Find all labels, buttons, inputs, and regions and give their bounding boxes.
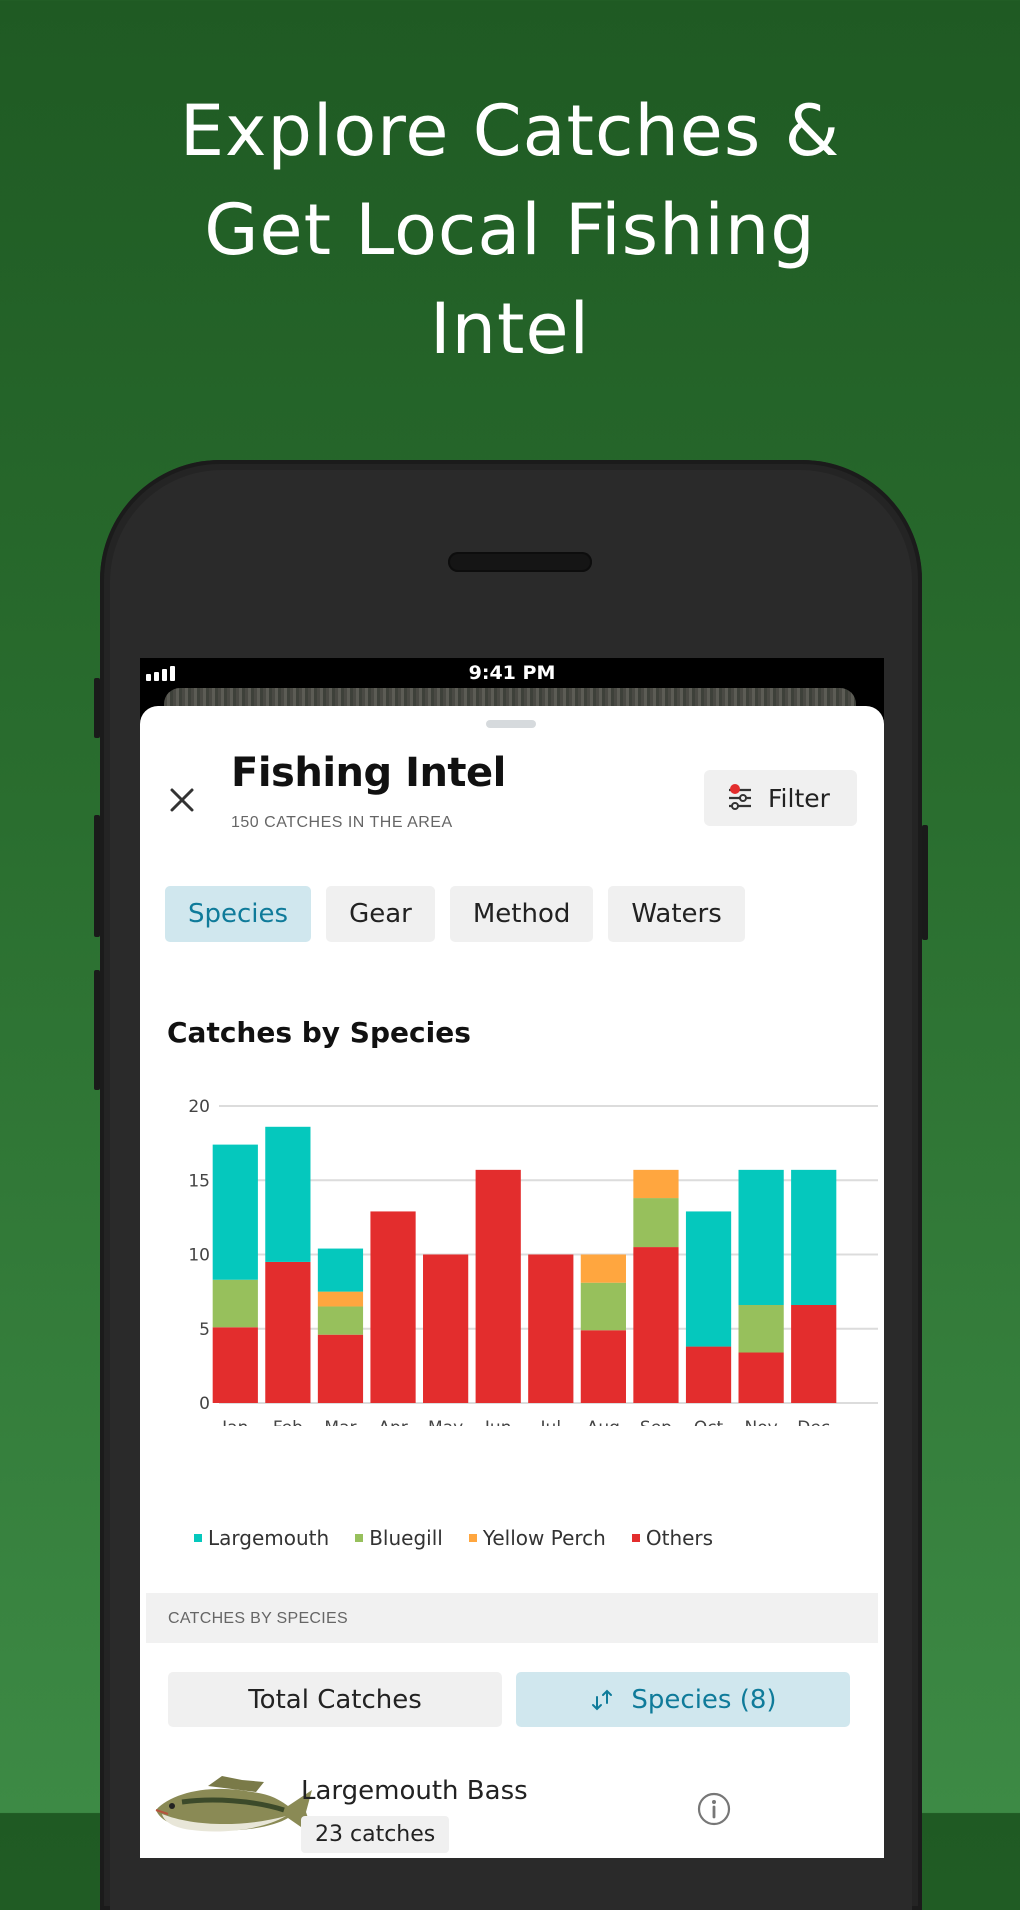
species-list-item[interactable]: Largemouth Bass 23 catches (140, 1766, 884, 1858)
phone-screen: 9:41 PM Fishing Intel 150 CATCHES IN THE… (140, 658, 884, 1858)
sheet-drag-handle[interactable] (486, 720, 536, 728)
legend-item-others[interactable]: Others (631, 1526, 714, 1550)
bar-segment-others (685, 1346, 732, 1403)
catch-count-badge: 23 catches (301, 1816, 450, 1853)
chart-title: Catches by Species (167, 1016, 471, 1049)
bar-segment-others (317, 1334, 364, 1403)
chart-legend: Largemouth Bluegill Yellow Perch Others (194, 1526, 713, 1550)
catch-count-subtitle: 150 CATCHES IN THE AREA (231, 814, 453, 831)
species-count-label: Species (8) (631, 1684, 777, 1715)
bar-segment-others (212, 1327, 258, 1403)
page-title: Fishing Intel (231, 750, 506, 796)
x-tick-label: Dec (797, 1418, 830, 1426)
bar-segment-bluegill (317, 1306, 364, 1335)
y-tick-label: 15 (188, 1171, 210, 1191)
filter-label: Filter (768, 783, 830, 813)
bar-segment-bluegill (633, 1198, 679, 1248)
fishing-intel-sheet: Fishing Intel 150 CATCHES IN THE AREA Fi… (140, 706, 884, 1858)
bar-segment-others (580, 1330, 626, 1403)
y-tick-label: 20 (188, 1097, 210, 1117)
close-button[interactable] (164, 782, 200, 818)
sort-arrows-icon (592, 1689, 613, 1710)
x-tick-label: Sep (640, 1418, 672, 1426)
legend-label: Others (645, 1526, 714, 1550)
section-header: CATCHES BY SPECIES (146, 1593, 878, 1643)
section-header-label: CATCHES BY SPECIES (168, 1610, 348, 1627)
tab-waters[interactable]: Waters (608, 886, 745, 942)
y-tick-label: 5 (199, 1320, 210, 1340)
species-sort-toggle[interactable]: Species (8) (516, 1672, 850, 1727)
bar-segment-others (633, 1247, 679, 1403)
bar-segment-bluegill (738, 1304, 784, 1353)
phone-volume-up (94, 815, 100, 937)
x-tick-label: May (428, 1418, 463, 1426)
x-tick-label: Apr (378, 1418, 407, 1426)
bar-segment-yellow-perch (317, 1291, 364, 1307)
phone-power-button (922, 825, 928, 940)
x-tick-label: Aug (587, 1418, 620, 1426)
bar-segment-largemouth (685, 1211, 732, 1347)
legend-label: Largemouth (208, 1526, 330, 1550)
legend-label: Bluegill (369, 1526, 443, 1550)
bar-segment-others (370, 1211, 416, 1403)
promo-headline: Explore Catches & Get Local Fishing Inte… (0, 82, 1020, 379)
headline-line: Get Local Fishing (204, 189, 816, 271)
x-tick-label: Mar (324, 1418, 356, 1426)
intel-tabs: Species Gear Method Waters (165, 886, 745, 942)
y-tick-label: 10 (188, 1246, 210, 1266)
bar-segment-others (423, 1254, 469, 1403)
total-catches-toggle[interactable]: Total Catches (168, 1672, 502, 1727)
bar-segment-others (475, 1169, 521, 1403)
legend-item-bluegill[interactable]: Bluegill (355, 1526, 443, 1550)
headline-line: Explore Catches & (179, 90, 841, 172)
bar-segment-largemouth (791, 1169, 837, 1305)
filter-button[interactable]: Filter (704, 770, 857, 826)
total-catches-label: Total Catches (248, 1684, 422, 1715)
sliders-icon (729, 784, 751, 810)
bar-segment-others (528, 1254, 574, 1403)
legend-label: Yellow Perch (482, 1526, 606, 1550)
legend-swatch (468, 1534, 477, 1542)
x-tick-label: Jul (540, 1418, 562, 1426)
x-tick-label: Jun (484, 1418, 512, 1426)
status-time: 9:41 PM (468, 662, 556, 684)
catches-by-species-chart: 0 5 10 15 20 Jan Feb Mar Apr May Jun Jul Aug Sep Oct No… (188, 1097, 878, 1426)
legend-swatch (631, 1534, 640, 1542)
x-tick-label: Feb (273, 1418, 303, 1426)
legend-swatch (355, 1534, 364, 1542)
phone-volume-down (94, 970, 100, 1090)
legend-item-largemouth[interactable]: Largemouth (194, 1526, 329, 1550)
tab-gear[interactable]: Gear (326, 886, 435, 942)
close-icon (170, 788, 194, 812)
info-icon[interactable] (697, 1792, 731, 1826)
x-tick-label: Oct (694, 1418, 724, 1426)
y-tick-label: 0 (199, 1394, 210, 1414)
filter-active-dot (730, 784, 740, 794)
bar-segment-bluegill (580, 1282, 626, 1331)
phone-speaker (448, 552, 592, 572)
bar-segment-yellow-perch (580, 1254, 626, 1283)
tab-method[interactable]: Method (449, 886, 594, 942)
bar-segment-others (791, 1304, 837, 1403)
legend-item-yellow-perch[interactable]: Yellow Perch (468, 1526, 606, 1550)
tab-species[interactable]: Species (165, 886, 312, 942)
bar-segment-bluegill (212, 1279, 258, 1328)
x-tick-label: Jan (221, 1418, 248, 1426)
species-name: Largemouth Bass (301, 1776, 528, 1806)
bar-segment-others (265, 1261, 311, 1403)
bar-segment-largemouth (265, 1126, 311, 1262)
legend-swatch (194, 1534, 202, 1542)
bar-segment-others (738, 1352, 784, 1403)
bar-segment-largemouth (317, 1248, 364, 1292)
bar-segment-largemouth (212, 1144, 258, 1280)
x-tick-label: Nov (745, 1418, 778, 1426)
phone-mute-switch (94, 678, 100, 738)
largemouth-bass-image (155, 1776, 314, 1836)
headline-line: Intel (430, 288, 590, 370)
bar-segment-largemouth (738, 1169, 784, 1305)
bar-segment-yellow-perch (633, 1169, 679, 1199)
status-bar: 9:41 PM (140, 658, 884, 688)
